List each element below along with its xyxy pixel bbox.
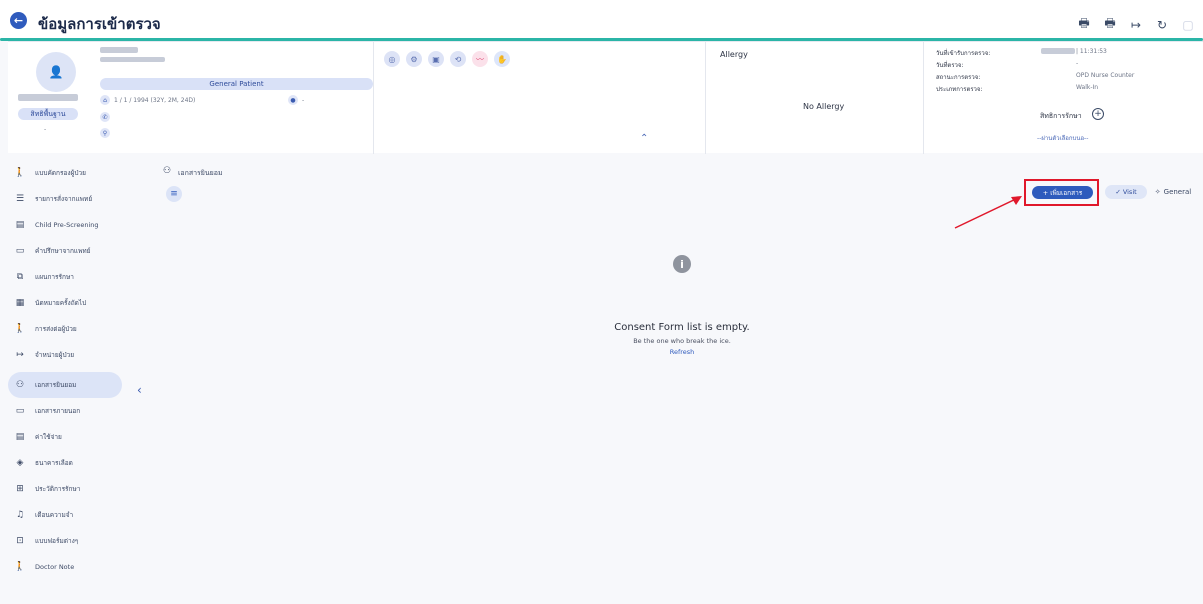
arrow-line <box>954 197 1019 229</box>
annotation-arrow <box>954 196 1022 229</box>
